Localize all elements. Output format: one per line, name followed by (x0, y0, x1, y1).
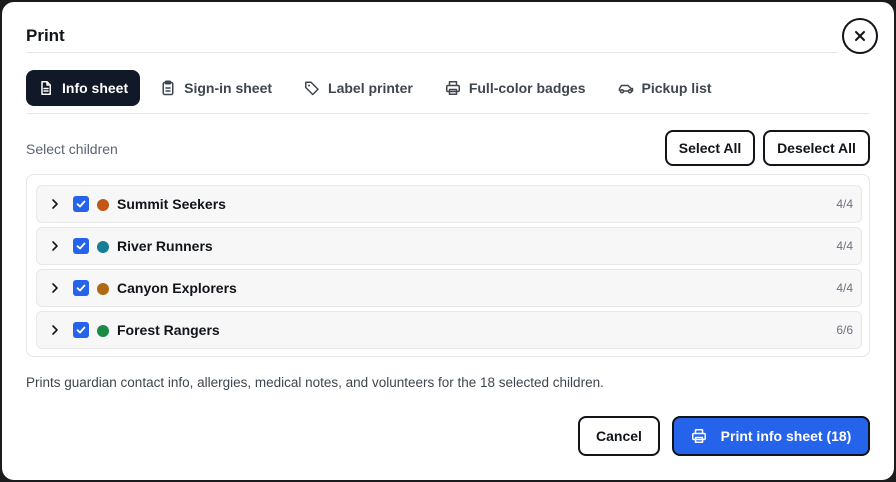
group-name: Summit Seekers (117, 196, 226, 212)
tab-label: Full-color badges (468, 80, 586, 96)
tab-label: Info sheet (62, 80, 129, 96)
tab-sign-in-sheet[interactable]: Sign-in sheet (148, 70, 284, 106)
title-divider (26, 52, 838, 53)
select-children-label: Select children (26, 141, 118, 157)
close-icon (855, 31, 865, 41)
checkmark-icon (76, 200, 86, 208)
group-color-dot (97, 283, 109, 295)
chevron-right-icon[interactable] (49, 282, 61, 294)
group-checkbox[interactable] (73, 196, 89, 212)
print-description: Prints guardian contact info, allergies,… (26, 375, 604, 390)
group-name: Forest Rangers (117, 322, 220, 338)
group-color-dot (97, 325, 109, 337)
group-name: River Runners (117, 238, 213, 254)
chevron-right-icon[interactable] (49, 198, 61, 210)
group-count: 4/4 (836, 197, 853, 211)
group-color-dot (97, 241, 109, 253)
close-button[interactable] (842, 18, 878, 54)
print-info-sheet-button[interactable]: Print info sheet (18) (672, 416, 870, 456)
group-color-dot (97, 199, 109, 211)
document-icon (41, 81, 51, 95)
tab-full-color-badges[interactable]: Full-color badges (433, 70, 598, 106)
group-name: Canyon Explorers (117, 280, 237, 296)
group-row-river-runners[interactable]: River Runners 4/4 (36, 227, 862, 265)
car-icon (618, 84, 633, 94)
group-count: 4/4 (836, 239, 853, 253)
group-checkbox[interactable] (73, 322, 89, 338)
tab-label: Sign-in sheet (184, 80, 273, 96)
tag-icon (305, 81, 319, 96)
chevron-right-icon[interactable] (49, 240, 61, 252)
tabs-divider (26, 113, 870, 114)
tab-label: Pickup list (641, 80, 712, 96)
groups-list: Summit Seekers 4/4 River Runners 4/4 Can… (26, 174, 870, 357)
checkmark-icon (76, 242, 86, 250)
printer-icon (691, 429, 706, 443)
group-checkbox[interactable] (73, 238, 89, 254)
print-dialog: Print Info sheet Sign-in sheet Label pri… (2, 2, 894, 480)
group-count: 4/4 (836, 281, 853, 295)
cancel-button[interactable]: Cancel (578, 416, 660, 456)
group-checkbox[interactable] (73, 280, 89, 296)
checkmark-icon (76, 284, 86, 292)
dialog-title: Print (26, 26, 65, 45)
group-row-forest-rangers[interactable]: Forest Rangers 6/6 (36, 311, 862, 349)
select-all-button[interactable]: Select All (665, 130, 755, 166)
print-button-label: Print info sheet (18) (720, 428, 852, 444)
printer-icon (445, 81, 460, 95)
tab-label: Label printer (328, 80, 413, 96)
group-row-canyon-explorers[interactable]: Canyon Explorers 4/4 (36, 269, 862, 307)
group-count: 6/6 (836, 323, 853, 337)
tab-info-sheet[interactable]: Info sheet (26, 70, 141, 106)
checkmark-icon (76, 326, 86, 334)
chevron-right-icon[interactable] (49, 324, 61, 336)
clipboard-icon (162, 80, 174, 96)
deselect-all-button[interactable]: Deselect All (763, 130, 870, 166)
tab-label-printer[interactable]: Label printer (292, 70, 425, 106)
group-row-summit-seekers[interactable]: Summit Seekers 4/4 (36, 185, 862, 223)
print-type-tabs: Info sheet Sign-in sheet Label printer F… (26, 70, 732, 106)
tab-pickup-list[interactable]: Pickup list (606, 70, 724, 106)
